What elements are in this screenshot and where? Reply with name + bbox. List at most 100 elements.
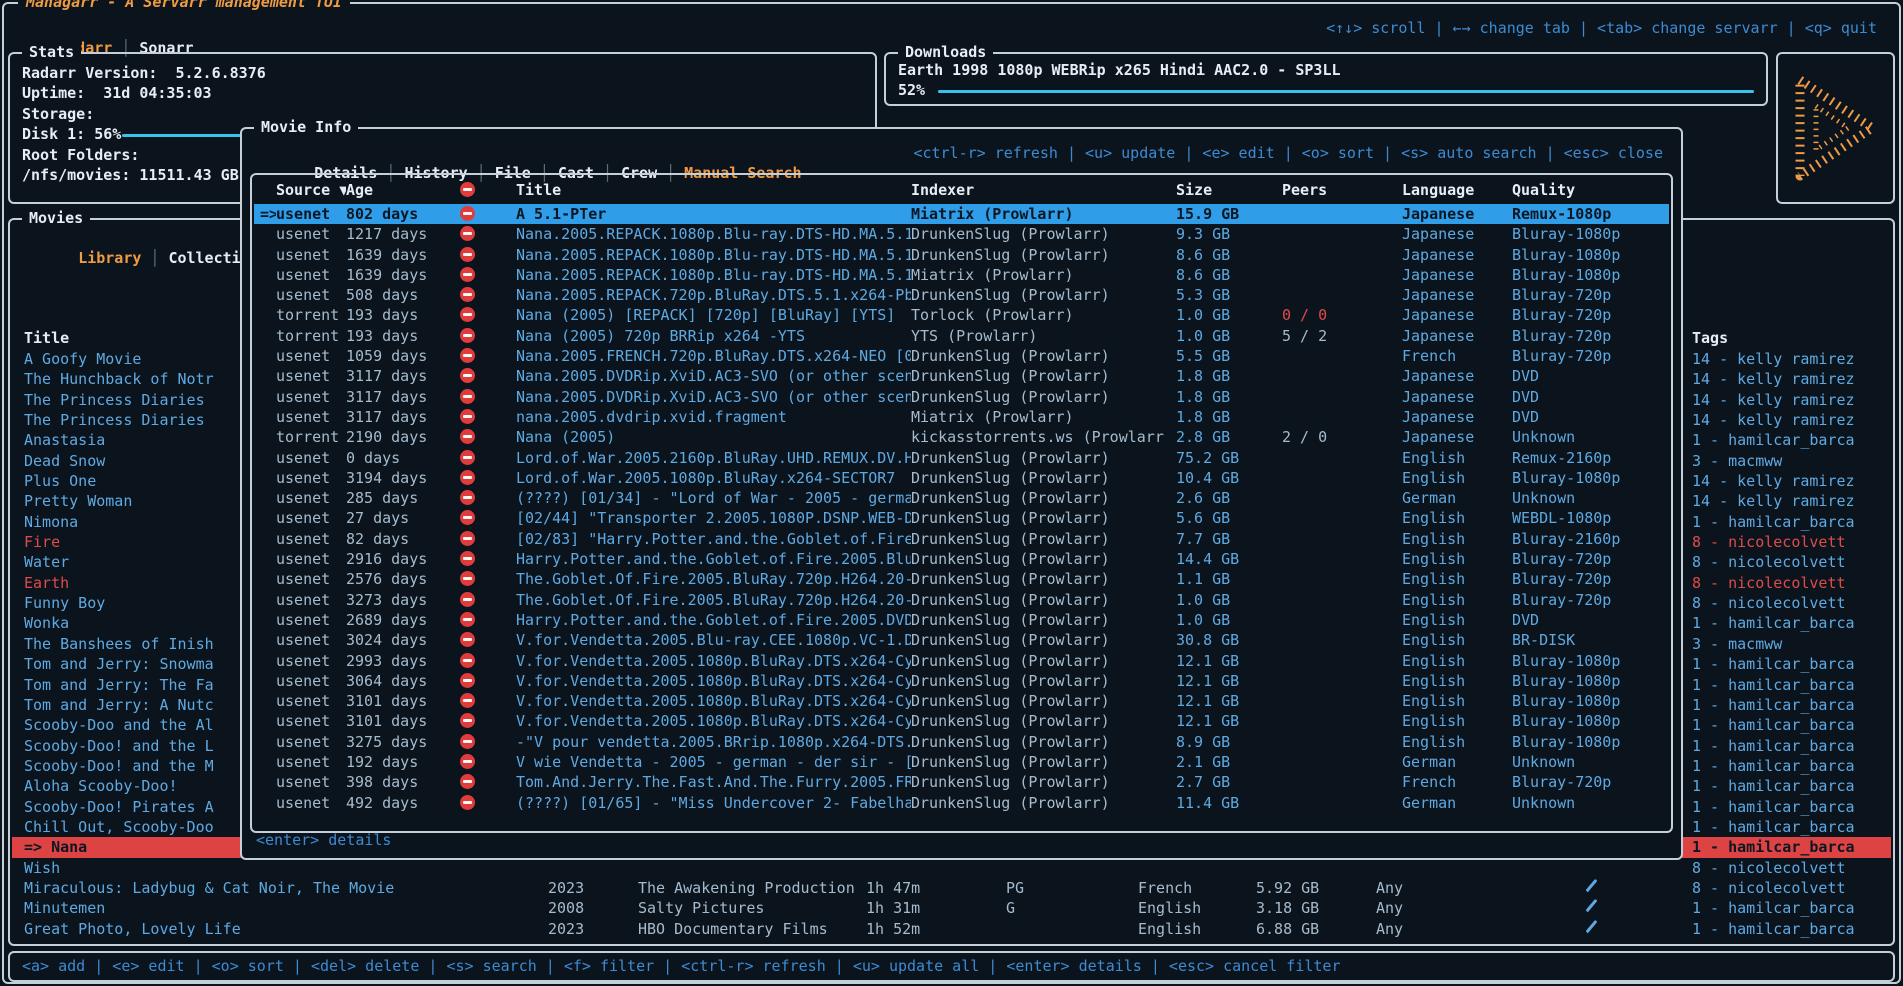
release-language: Japanese [1402,305,1512,325]
release-size: 12.1 GB [1176,671,1282,691]
search-result-row[interactable]: => usenet 802 days A 5.1-PTer Miatrix (P… [254,204,1669,224]
column-peers[interactable]: Peers [1282,180,1402,202]
search-result-row[interactable]: usenet 27 days [02/44] "Transporter 2.20… [254,508,1669,528]
download-percent: 52% [898,81,925,99]
release-language: English [1402,468,1512,488]
release-source: usenet [276,610,346,630]
release-title: Nana.2005.DVDRip.XviD.AC3-SVO (or other … [516,366,911,386]
column-release-title[interactable]: Title [516,180,911,202]
release-age: 0 days [346,448,458,468]
release-title: (????) [01/65] - "Miss Undercover 2- Fab… [516,793,911,813]
release-language: English [1402,569,1512,589]
search-result-row[interactable]: usenet 285 days (????) [01/34] - "Lord o… [254,488,1669,508]
selection-marker [254,732,276,752]
selection-marker [254,305,276,325]
release-indexer: YTS (Prowlarr) [911,326,1176,346]
column-language[interactable]: Language [1402,180,1512,202]
tab-library[interactable]: Library [78,249,141,267]
release-source: usenet [276,224,346,244]
search-result-row[interactable]: usenet 3117 days nana.2005.dvdrip.xvid.f… [254,407,1669,427]
column-source[interactable]: Source ▼ [276,180,346,202]
movie-size: 3.18 GB [1256,898,1376,918]
column-age[interactable]: Age [346,180,458,202]
rejected-icon [460,571,475,586]
movie-studio: HBO Documentary Films [638,919,866,939]
search-result-row[interactable]: usenet 2916 days Harry.Potter.and.the.Go… [254,549,1669,569]
movie-info-title: Movie Info [254,117,358,137]
release-age: 3024 days [346,630,458,650]
search-result-row[interactable]: usenet 508 days Nana.2005.REPACK.720p.Bl… [254,285,1669,305]
search-result-row[interactable]: usenet 3101 days V.for.Vendetta.2005.108… [254,691,1669,711]
movie-tag: 1 - hamilcar_barca [1692,837,1891,857]
movie-title: Scooby-Doo! and the M [24,757,214,775]
search-result-row[interactable]: usenet 2689 days Harry.Potter.and.the.Go… [254,610,1669,630]
column-size[interactable]: Size [1176,180,1282,202]
release-peers [1282,651,1402,671]
bottom-keybind-hints: <a> add | <e> edit | <o> sort | <del> de… [10,953,1893,976]
movie-row[interactable]: Wish 8 - nicolecolvett [12,858,1891,878]
column-indexer[interactable]: Indexer [911,180,1176,202]
search-result-row[interactable]: usenet 2576 days The.Goblet.Of.Fire.2005… [254,569,1669,589]
movie-tag: 1 - hamilcar_barca [1692,512,1891,532]
search-result-row[interactable]: torrent 2190 days Nana (2005) kickasstor… [254,427,1669,447]
rejected-icon [460,510,475,525]
rejected-icon [460,389,475,404]
release-language: Japanese [1402,245,1512,265]
movie-title: The Princess Diaries [24,411,205,429]
release-size: 8.6 GB [1176,245,1282,265]
selection-marker [254,366,276,386]
search-result-row[interactable]: usenet 2993 days V.for.Vendetta.2005.108… [254,651,1669,671]
search-result-row[interactable]: usenet 3275 days -"V pour vendetta.2005.… [254,732,1669,752]
release-indexer: Torlock (Prowlarr) [911,305,1176,325]
movie-title: Dead Snow [24,452,105,470]
release-title: Nana (2005) [REPACK] [720p] [BluRay] [YT… [516,305,911,325]
search-result-row[interactable]: usenet 3117 days Nana.2005.DVDRip.XviD.A… [254,387,1669,407]
movie-tag: 1 - hamilcar_barca [1692,898,1891,918]
release-language: English [1402,630,1512,650]
movie-title: Water [24,553,69,571]
bottom-keybind-bar: <a> add | <e> edit | <o> sort | <del> de… [8,951,1895,982]
search-result-row[interactable]: usenet 3117 days Nana.2005.DVDRip.XviD.A… [254,366,1669,386]
movie-row[interactable]: Miraculous: Ladybug & Cat Noir, The Movi… [12,878,1891,898]
movie-row[interactable]: Great Photo, Lovely Life 2023 HBO Docume… [12,919,1891,939]
release-quality: Bluray-720p [1512,346,1669,366]
search-result-row[interactable]: usenet 3024 days V.for.Vendetta.2005.Blu… [254,630,1669,650]
search-result-row[interactable]: torrent 193 days Nana (2005) [REPACK] [7… [254,305,1669,325]
movie-tag: 14 - kelly ramirez [1692,471,1891,491]
release-quality: Bluray-1080p [1512,265,1669,285]
movie-tag: 8 - nicolecolvett [1692,532,1891,552]
selection-marker [254,224,276,244]
release-age: 3101 days [346,691,458,711]
search-result-row[interactable]: usenet 3101 days V.for.Vendetta.2005.108… [254,711,1669,731]
release-source: usenet [276,265,346,285]
search-result-row[interactable]: torrent 193 days Nana (2005) 720p BRRip … [254,326,1669,346]
search-result-row[interactable]: usenet 1059 days Nana.2005.FRENCH.720p.B… [254,346,1669,366]
search-result-row[interactable]: usenet 192 days V wie Vendetta - 2005 - … [254,752,1669,772]
search-result-row[interactable]: usenet 3064 days V.for.Vendetta.2005.108… [254,671,1669,691]
uptime-label: Uptime: [22,84,85,102]
release-title: Nana.2005.REPACK.1080p.Blu-ray.DTS-HD.MA… [516,224,911,244]
search-result-row[interactable]: usenet 3273 days The.Goblet.Of.Fire.2005… [254,590,1669,610]
release-size: 30.8 GB [1176,630,1282,650]
search-result-row[interactable]: usenet 82 days [02/83] "Harry.Potter.and… [254,529,1669,549]
search-result-row[interactable]: usenet 398 days Tom.And.Jerry.The.Fast.A… [254,772,1669,792]
search-result-row[interactable]: usenet 1639 days Nana.2005.REPACK.1080p.… [254,265,1669,285]
release-size: 11.4 GB [1176,793,1282,813]
release-indexer: DrunkenSlug (Prowlarr) [911,285,1176,305]
rejected-icon [460,429,475,444]
search-result-row[interactable]: usenet 1639 days Nana.2005.REPACK.1080p.… [254,245,1669,265]
managarr-screen: Managarr - A Servarr management TUI Rada… [0,0,1903,986]
release-peers: 0 / 0 [1282,305,1402,325]
movie-row[interactable]: Minutemen 2008 Salty Pictures 1h 31m G E… [12,898,1891,918]
release-peers [1282,204,1402,224]
release-indexer: DrunkenSlug (Prowlarr) [911,448,1176,468]
search-result-row[interactable]: usenet 0 days Lord.of.War.2005.2160p.Blu… [254,448,1669,468]
release-quality: Bluray-1080p [1512,224,1669,244]
search-result-row[interactable]: usenet 1217 days Nana.2005.REPACK.1080p.… [254,224,1669,244]
release-language: French [1402,772,1512,792]
column-quality[interactable]: Quality [1512,180,1669,202]
search-result-row[interactable]: usenet 3194 days Lord.of.War.2005.1080p.… [254,468,1669,488]
release-age: 3064 days [346,671,458,691]
movie-tag: 14 - kelly ramirez [1692,410,1891,430]
search-result-row[interactable]: usenet 492 days (????) [01/65] - "Miss U… [254,793,1669,813]
